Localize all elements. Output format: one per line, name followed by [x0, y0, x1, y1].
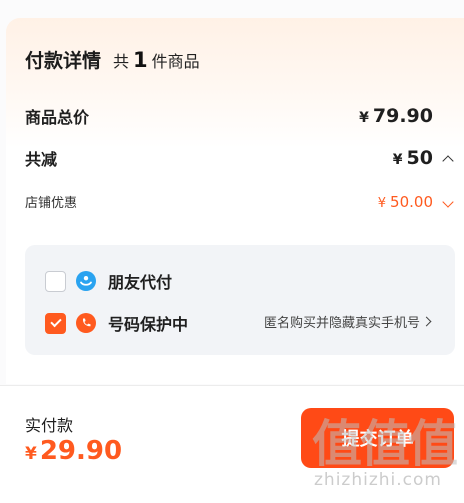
discount-amount: 50	[406, 147, 433, 169]
total-price-label: 商品总价	[25, 108, 90, 127]
store-discount-currency: ¥	[377, 196, 387, 211]
item-count-prefix: 共	[113, 52, 130, 71]
amount-due-currency: ¥	[25, 444, 37, 464]
privacy-option[interactable]: 号码保护中	[45, 311, 188, 335]
checkout-bar: 实付款 ¥29.90 提交订单	[0, 386, 464, 503]
privacy-label: 号码保护中	[108, 315, 189, 334]
store-discount-label: 店铺优惠	[25, 196, 78, 211]
discount-value[interactable]: ¥50	[393, 147, 433, 169]
check-icon	[49, 315, 62, 328]
submit-order-button[interactable]: 提交订单	[301, 408, 454, 468]
amount-due-value: ¥29.90	[25, 436, 122, 466]
friend-pay-option[interactable]: 朋友代付	[45, 269, 172, 293]
total-amount: 79.90	[372, 105, 433, 127]
shield-phone-icon	[76, 313, 96, 333]
friend-pay-icon	[76, 271, 96, 291]
chevron-down-icon[interactable]	[442, 196, 454, 208]
amount-due-label: 实付款	[25, 416, 74, 435]
pay-options-panel	[25, 245, 455, 355]
details-title: 付款详情	[25, 50, 102, 72]
total-price-value: ¥79.90	[359, 105, 433, 127]
store-discount-value[interactable]: ¥50.00	[378, 193, 433, 211]
privacy-note[interactable]: 匿名购买并隐藏真实手机号	[264, 312, 420, 331]
privacy-checkbox[interactable]	[45, 312, 66, 334]
discount-currency: ¥	[392, 152, 403, 168]
details-header: 付款详情 共 1 件商品	[25, 46, 200, 73]
friend-pay-label: 朋友代付	[108, 273, 173, 292]
discount-label: 共减	[25, 150, 58, 169]
chevron-up-icon[interactable]	[442, 155, 454, 167]
amount-due-amount: 29.90	[39, 436, 123, 466]
item-count: 1	[133, 48, 148, 72]
payment-page: 付款详情 共 1 件商品 商品总价 ¥79.90 共减 ¥50 店铺优惠 ¥50…	[0, 0, 464, 503]
store-discount-amount: 50.00	[390, 193, 433, 211]
friend-pay-checkbox[interactable]	[45, 270, 66, 292]
total-currency: ¥	[359, 110, 369, 126]
item-count-suffix: 件商品	[151, 52, 200, 71]
